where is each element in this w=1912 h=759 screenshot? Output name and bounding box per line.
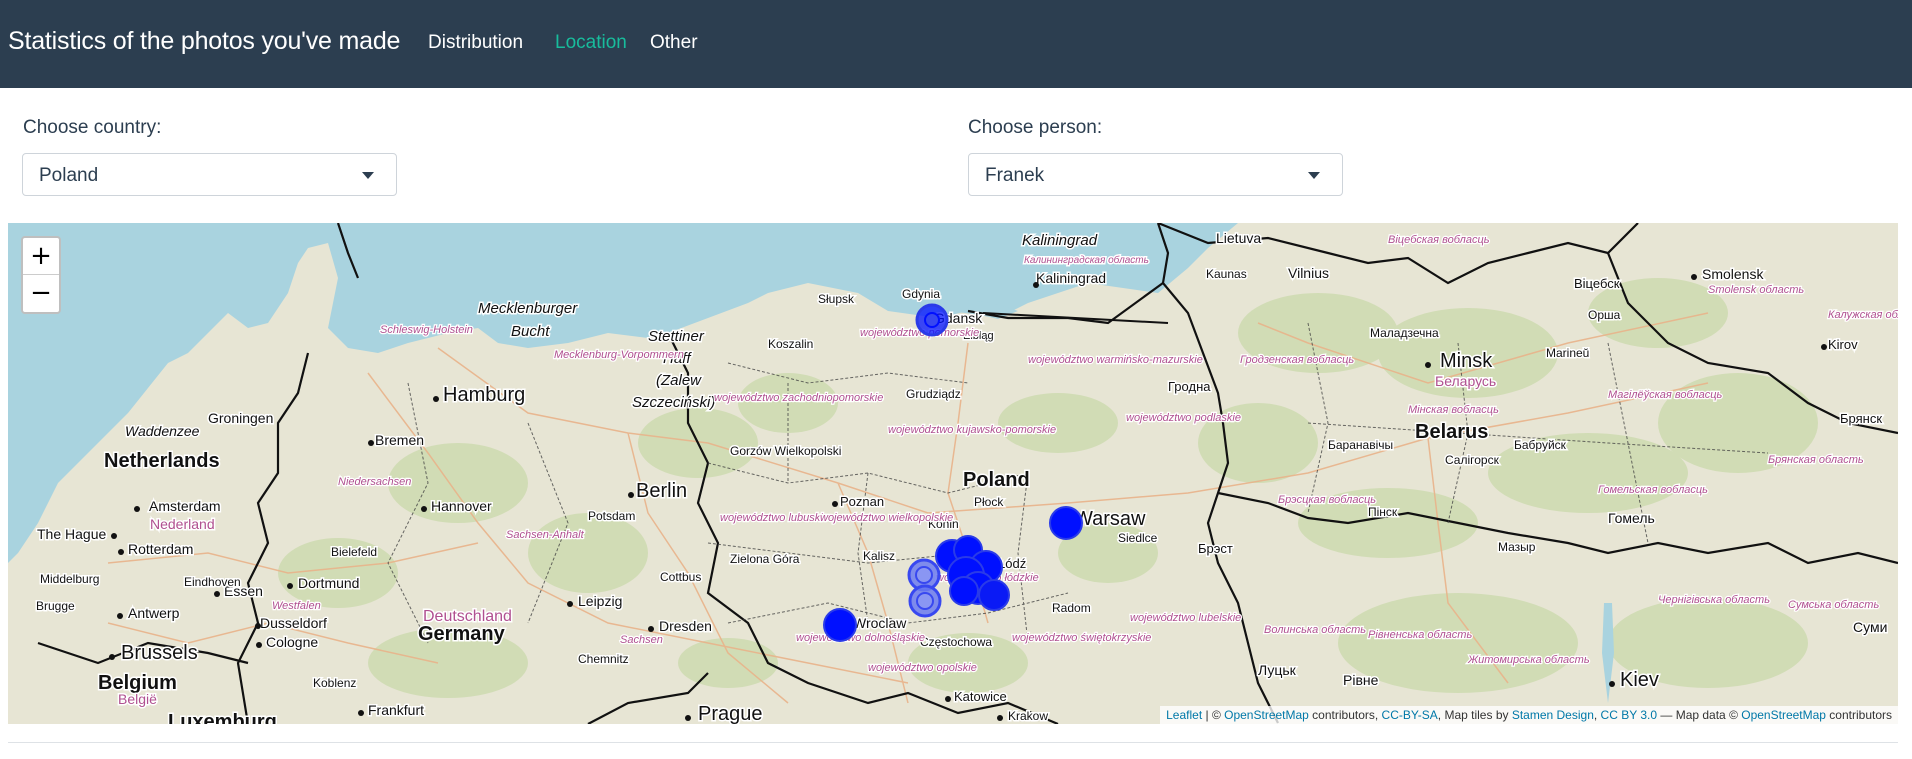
person-label: Choose person: <box>968 117 1103 138</box>
zoom-control: + − <box>21 236 61 314</box>
attribution-text: contributors <box>1825 708 1892 722</box>
zoom-in-button[interactable]: + <box>23 238 59 275</box>
navbar: Statistics of the photos you've made Dis… <box>0 0 1912 88</box>
attribution-text: , <box>1593 708 1601 722</box>
chevron-down-icon <box>1308 172 1320 179</box>
navbar-title[interactable]: Statistics of the photos you've made <box>8 27 400 56</box>
nav-link-other[interactable]: Other <box>650 32 698 54</box>
osm-link[interactable]: OpenStreetMap <box>1224 708 1309 722</box>
leaflet-link[interactable]: Leaflet <box>1166 708 1202 722</box>
attribution-text: , Map tiles by <box>1437 708 1512 722</box>
divider <box>8 742 1898 743</box>
attribution-text: | © <box>1202 708 1225 722</box>
nav-link-location[interactable]: Location <box>555 32 627 54</box>
attribution-text: — Map data © <box>1657 708 1742 722</box>
cc-by-link[interactable]: CC BY 3.0 <box>1601 708 1657 722</box>
person-select[interactable]: Franek <box>968 153 1343 196</box>
osm-link[interactable]: OpenStreetMap <box>1741 708 1826 722</box>
cc-by-sa-link[interactable]: CC-BY-SA <box>1382 708 1438 722</box>
zoom-out-button[interactable]: − <box>23 275 59 312</box>
marker-kalisz-area[interactable] <box>907 558 942 618</box>
marker-gdansk[interactable] <box>915 303 949 337</box>
country-select-value: Poland <box>39 165 99 186</box>
country-label: Choose country: <box>23 117 162 138</box>
attribution-text: contributors, <box>1308 708 1382 722</box>
marker-warsaw[interactable] <box>1049 506 1083 540</box>
nav-link-distribution[interactable]: Distribution <box>428 32 523 54</box>
marker-wroclaw[interactable] <box>823 608 857 642</box>
stamen-link[interactable]: Stamen Design <box>1512 708 1594 722</box>
map[interactable]: Kaliningrad Калининградская область Kali… <box>8 223 1898 724</box>
map-attribution: Leaflet | © OpenStreetMap contributors , … <box>1160 706 1898 724</box>
person-select-value: Franek <box>985 165 1045 186</box>
photo-markers[interactable] <box>8 223 1898 724</box>
country-select[interactable]: Poland <box>22 153 397 196</box>
marker-lodz-cluster[interactable] <box>935 535 1010 611</box>
chevron-down-icon <box>362 172 374 179</box>
